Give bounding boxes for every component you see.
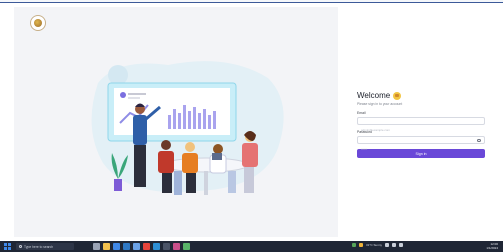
- attendee-head: [185, 142, 195, 152]
- presentation-screen: [114, 88, 230, 135]
- waving-hand-icon: [393, 91, 402, 100]
- chair: [228, 171, 236, 193]
- code-editor-icon[interactable]: [153, 243, 160, 250]
- search-icon: [19, 245, 22, 248]
- taskbar-search[interactable]: Type here to search: [16, 243, 74, 250]
- eye-icon[interactable]: [477, 139, 481, 142]
- network-icon[interactable]: [385, 243, 390, 247]
- attendee-shirt: [242, 143, 258, 167]
- password-field-wrapper: [357, 136, 485, 152]
- tray-app-icon[interactable]: [352, 243, 356, 247]
- taskbar-search-text: Type here to search: [24, 244, 54, 249]
- email-field[interactable]: [358, 127, 484, 133]
- taskbar: Type here to search 31°C Sunny 12:00 1/1…: [0, 241, 503, 252]
- system-tray: 31°C Sunny: [352, 243, 404, 247]
- illustration-panel: [14, 7, 338, 237]
- attendee-head: [161, 140, 171, 150]
- board-chart-dot: [120, 92, 126, 98]
- table-leg: [204, 171, 208, 195]
- attendee-legs: [244, 167, 254, 193]
- presenter-shirt: [133, 115, 147, 145]
- login-subtitle: Please sign in to your account: [357, 102, 403, 106]
- welcome-heading: Welcome: [357, 91, 485, 100]
- login-form: Welcome Please sign in to your account E…: [357, 91, 485, 158]
- battery-icon[interactable]: [399, 243, 404, 247]
- terminal-icon[interactable]: [163, 243, 170, 250]
- board-line: [128, 97, 140, 99]
- mail-icon[interactable]: [123, 243, 130, 250]
- app-icon[interactable]: [173, 243, 180, 250]
- email-label: Email: [357, 111, 366, 115]
- taskbar-apps: [93, 243, 190, 250]
- app-icon[interactable]: [183, 243, 190, 250]
- task-view-icon[interactable]: [93, 243, 100, 250]
- meeting-table: [163, 157, 249, 173]
- windows-start-icon[interactable]: [4, 243, 11, 250]
- decor-circle: [108, 65, 128, 85]
- file-explorer-icon[interactable]: [103, 243, 110, 250]
- brand-logo: [30, 15, 46, 31]
- logo-emblem-icon: [34, 19, 42, 27]
- weather-text[interactable]: 31°C Sunny: [366, 243, 382, 247]
- plant-pot: [114, 179, 122, 191]
- laptop: [212, 153, 222, 160]
- attendee-legs: [186, 173, 196, 193]
- chrome-icon[interactable]: [143, 243, 150, 250]
- chair: [174, 171, 182, 195]
- volume-icon[interactable]: [392, 243, 397, 247]
- team-presentation-illustration: [91, 61, 284, 195]
- attendee-shirt: [158, 151, 174, 173]
- password-field[interactable]: [358, 146, 484, 152]
- email-field-wrapper: [357, 117, 485, 133]
- browser-page: Welcome Please sign in to your account E…: [0, 0, 503, 252]
- attendee-legs: [162, 173, 172, 193]
- browser-icon[interactable]: [113, 243, 120, 250]
- welcome-text: Welcome: [357, 91, 391, 100]
- clock-date: 1/1/2024: [486, 246, 498, 250]
- board-line: [128, 93, 146, 95]
- top-border: [0, 0, 503, 3]
- presenter-legs: [134, 145, 146, 187]
- attendee-shirt: [182, 153, 198, 173]
- weather-icon[interactable]: [359, 243, 363, 247]
- taskbar-clock[interactable]: 12:00 1/1/2024: [470, 242, 498, 250]
- attendee-head: [213, 144, 223, 154]
- login-panel: Welcome Please sign in to your account E…: [339, 7, 503, 237]
- store-icon[interactable]: [133, 243, 140, 250]
